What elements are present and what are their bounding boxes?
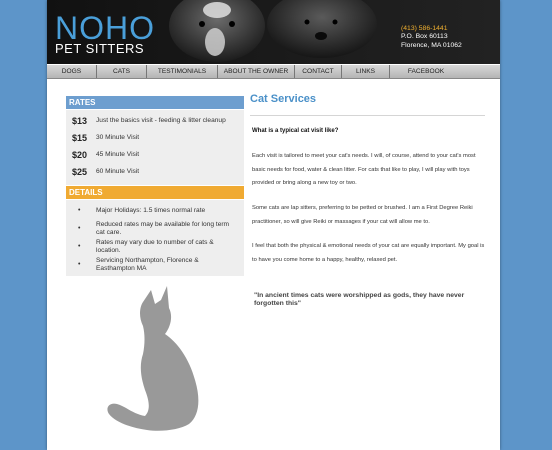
- nav-item-cats[interactable]: CATS: [97, 65, 147, 78]
- rate-row: $20 45 Minute Visit: [66, 147, 244, 163]
- rate-description: Just the basics visit - feeding & litter…: [96, 117, 226, 124]
- detail-text: Servicing Northampton, Florence & Eastha…: [96, 257, 199, 272]
- cat-quote: "In ancient times cats were worshipped a…: [254, 292, 465, 308]
- rate-row: $13 Just the basics visit - feeding & li…: [66, 113, 244, 129]
- nav-item-dogs[interactable]: DOGS: [47, 65, 97, 78]
- address-line-1: P.O. Box 60113: [401, 33, 448, 41]
- rate-price: $25: [72, 167, 88, 177]
- cat-silhouette-icon: [107, 286, 199, 431]
- rates-list: $13 Just the basics visit - feeding & li…: [66, 110, 244, 185]
- rate-description: 60 Minute Visit: [96, 168, 140, 175]
- phone-number: (413) 586-1441: [401, 25, 448, 32]
- paragraph: Some cats are lap sitters, preferring to…: [252, 205, 473, 225]
- main-nav: DOGS CATS TESTIMONIALS ABOUT THE OWNER C…: [47, 65, 500, 79]
- rate-price: $15: [72, 133, 88, 143]
- bullet-icon: •: [78, 207, 81, 214]
- rate-price: $13: [72, 116, 88, 126]
- rate-row: $25 60 Minute Visit: [66, 164, 244, 180]
- paragraph: Each visit is tailored to meet your cat'…: [252, 153, 476, 186]
- details-list: • Major Holidays: 1.5 times normal rate …: [66, 200, 244, 276]
- nav-item-about-the-owner[interactable]: ABOUT THE OWNER: [218, 65, 295, 78]
- bullet-icon: •: [78, 243, 81, 250]
- paragraph: I feel that both the physical & emotiona…: [252, 243, 485, 263]
- page-container: NOHO PET SITTERS (413) 586-1441 P.O. Box…: [47, 0, 500, 450]
- faq-question: What is a typical cat visit like?: [252, 128, 339, 134]
- rate-row: $15 30 Minute Visit: [66, 130, 244, 146]
- address-line-2: Florence, MA 01062: [401, 41, 462, 49]
- nav-item-testimonials[interactable]: TESTIMONIALS: [147, 65, 218, 78]
- rate-description: 45 Minute Visit: [96, 151, 140, 158]
- bullet-icon: •: [78, 261, 81, 268]
- logo-sub-text: PET SITTERS: [55, 41, 145, 56]
- title-divider: [250, 115, 485, 116]
- rate-description: 30 Minute Visit: [96, 134, 140, 141]
- nav-item-facebook[interactable]: FACEBOOK: [390, 65, 462, 78]
- details-heading: DETAILS: [66, 186, 244, 199]
- page-title: Cat Services: [250, 93, 317, 105]
- nav-item-contact[interactable]: CONTACT: [295, 65, 342, 78]
- logo-main-text: NOHO: [55, 10, 155, 46]
- nav-item-links[interactable]: LINKS: [342, 65, 390, 78]
- contact-info: (413) 586-1441 P.O. Box 60113 Florence, …: [401, 25, 462, 50]
- detail-text: Reduced rates may be available for long …: [96, 221, 230, 236]
- detail-text: Rates may vary due to number of cats & l…: [96, 239, 214, 254]
- rate-price: $20: [72, 150, 88, 160]
- bullet-icon: •: [78, 225, 81, 232]
- rates-heading: RATES: [66, 96, 244, 109]
- site-header: NOHO PET SITTERS (413) 586-1441 P.O. Box…: [47, 0, 500, 64]
- detail-text: Major Holidays: 1.5 times normal rate: [96, 207, 206, 214]
- site-logo[interactable]: NOHO PET SITTERS: [55, 12, 155, 55]
- header-dogs-image: [169, 0, 377, 62]
